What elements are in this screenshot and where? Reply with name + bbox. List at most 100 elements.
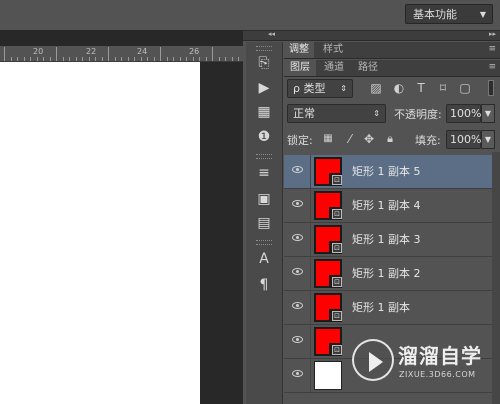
layers-scrollbar[interactable] bbox=[492, 152, 500, 404]
ruler-tick bbox=[30, 57, 31, 61]
chevron-down-icon[interactable]: ▼ bbox=[481, 130, 495, 149]
fill-value: 100% bbox=[450, 133, 482, 146]
visibility-eye-icon[interactable] bbox=[292, 336, 303, 343]
pixel-filter-icon[interactable]: ▨ bbox=[368, 80, 384, 96]
adjustment-filter-icon[interactable]: ◐ bbox=[391, 80, 407, 96]
lock-image-brush-icon[interactable]: ⁄ bbox=[342, 131, 358, 147]
ruler-tick bbox=[173, 57, 174, 61]
opacity-input[interactable]: 100% bbox=[446, 104, 481, 123]
tab-channels[interactable]: 通道 bbox=[318, 60, 350, 76]
lock-label: 锁定: bbox=[287, 134, 313, 147]
tab-layers[interactable]: 图层 bbox=[284, 60, 316, 76]
panel-menu-icon[interactable]: ≡ bbox=[488, 44, 496, 54]
filter-toggle-switch[interactable] bbox=[488, 80, 494, 96]
panel-menu-icon[interactable]: ≡ bbox=[488, 62, 496, 72]
visibility-eye-icon[interactable] bbox=[292, 268, 303, 275]
layer-row[interactable]: ⊡ 矩形 1 副本 2 bbox=[284, 257, 492, 291]
layers-panel-tabs: 图层 通道 路径 ≡ bbox=[284, 60, 500, 77]
ruler-tick bbox=[192, 57, 194, 61]
ruler-tick bbox=[186, 57, 187, 61]
visibility-eye-icon[interactable] bbox=[292, 200, 303, 207]
type-filter-icon[interactable]: T bbox=[413, 80, 429, 96]
vector-mask-icon: ⊡ bbox=[332, 277, 342, 287]
filter-kind-label: ρ 类型 bbox=[293, 82, 326, 95]
spin-arrows-icon: ⇕ bbox=[340, 84, 347, 93]
ruler-tick bbox=[205, 57, 207, 61]
ruler-tick bbox=[88, 57, 90, 61]
blend-mode-value: 正常 bbox=[293, 107, 315, 120]
opacity-label: 不透明度: bbox=[394, 108, 442, 121]
ruler-tick bbox=[153, 57, 155, 61]
spin-arrows-icon: ⇕ bbox=[373, 109, 380, 118]
watermark-circle-icon bbox=[352, 339, 394, 381]
actions-play-icon[interactable]: ▶ bbox=[246, 77, 282, 99]
divider bbox=[310, 223, 311, 257]
ruler-tick bbox=[43, 57, 44, 61]
notes-icon[interactable]: ▤ bbox=[246, 212, 282, 234]
layer-row[interactable]: ⊡ 矩形 1 副本 4 bbox=[284, 189, 492, 223]
lock-all-icon[interactable]: 🔒︎ bbox=[382, 131, 398, 147]
watermark-title: 溜溜自学 bbox=[398, 344, 482, 368]
grip-icon[interactable] bbox=[256, 46, 272, 51]
horizontal-ruler[interactable]: 20 22 24 26 bbox=[0, 46, 243, 62]
smart-object-filter-icon[interactable]: ▢ bbox=[457, 80, 473, 96]
paragraph-icon[interactable]: ¶ bbox=[246, 274, 282, 296]
tab-adjustments[interactable]: 调整 bbox=[284, 42, 314, 58]
info-icon[interactable]: ❶ bbox=[246, 126, 282, 148]
vector-mask-icon: ⊡ bbox=[332, 209, 342, 219]
layer-row[interactable]: ⊡ 矩形 1 副本 bbox=[284, 291, 492, 325]
expand-arrows-icon[interactable]: ▸▸ bbox=[489, 30, 496, 38]
fill-input[interactable]: 100% bbox=[446, 130, 481, 149]
layer-name: 矩形 1 副本 3 bbox=[352, 233, 421, 246]
grip-icon[interactable] bbox=[256, 240, 272, 245]
ruler-tick bbox=[147, 57, 148, 61]
visibility-eye-icon[interactable] bbox=[292, 370, 303, 377]
ruler-tick bbox=[199, 57, 200, 61]
divider bbox=[310, 155, 311, 189]
layer-name: 矩形 1 副本 4 bbox=[352, 199, 421, 212]
divider bbox=[310, 325, 311, 359]
visibility-eye-icon[interactable] bbox=[292, 166, 303, 173]
chevron-down-icon[interactable]: ▼ bbox=[481, 104, 495, 123]
history-icon[interactable]: ⎘ bbox=[246, 52, 282, 74]
fill-label: 填充: bbox=[415, 134, 441, 147]
collapse-arrows-icon[interactable]: ◂◂ bbox=[268, 30, 275, 38]
clone-source-icon[interactable]: ▣ bbox=[246, 188, 282, 210]
layer-name: 矩形 1 副本 5 bbox=[352, 165, 421, 178]
document-canvas[interactable] bbox=[0, 62, 200, 404]
layer-row[interactable]: ⊡ 矩形 1 副本 3 bbox=[284, 223, 492, 257]
ruler-tick bbox=[218, 57, 220, 61]
watermark-logo: 溜溜自学 ZIXUE.3D66.COM bbox=[352, 337, 484, 391]
ruler-tick bbox=[49, 57, 51, 61]
divider bbox=[310, 189, 311, 223]
brush-presets-icon[interactable]: ≡ bbox=[246, 162, 282, 184]
ruler-tick bbox=[212, 47, 213, 61]
ruler-tick bbox=[166, 57, 168, 61]
character-icon[interactable]: A bbox=[246, 248, 282, 270]
lock-transparent-icon[interactable]: ▦ bbox=[320, 131, 336, 147]
workspace-switcher[interactable]: 基本功能 ▼ bbox=[405, 4, 493, 24]
blend-mode-select[interactable]: 正常 ⇕ bbox=[287, 104, 386, 123]
swatches-icon[interactable]: ▦ bbox=[246, 101, 282, 123]
layer-filter-kind[interactable]: ρ 类型 ⇕ bbox=[287, 79, 353, 98]
ruler-tick bbox=[108, 47, 109, 61]
options-bar: 基本功能 ▼ bbox=[0, 0, 500, 31]
visibility-eye-icon[interactable] bbox=[292, 234, 303, 241]
ruler-tick bbox=[10, 57, 12, 61]
shape-filter-icon[interactable]: ⌑ bbox=[435, 80, 451, 96]
ruler-tick bbox=[127, 57, 129, 61]
layer-row[interactable]: ⊡ 矩形 1 副本 5 bbox=[284, 155, 492, 189]
ruler-tick bbox=[75, 57, 77, 61]
ruler-label: 22 bbox=[86, 47, 97, 56]
ruler-tick bbox=[140, 57, 142, 61]
grip-icon[interactable] bbox=[256, 154, 272, 159]
lock-position-move-icon[interactable]: ✥ bbox=[361, 131, 377, 147]
tab-styles[interactable]: 样式 bbox=[318, 42, 348, 58]
visibility-eye-icon[interactable] bbox=[292, 302, 303, 309]
tab-paths[interactable]: 路径 bbox=[352, 60, 384, 76]
dock-collapse-bar[interactable]: ◂◂ ▸▸ bbox=[243, 30, 500, 41]
ruler-tick bbox=[121, 57, 122, 61]
layer-thumbnail[interactable] bbox=[314, 361, 342, 390]
vector-mask-icon: ⊡ bbox=[332, 345, 342, 355]
vector-mask-icon: ⊡ bbox=[332, 175, 342, 185]
